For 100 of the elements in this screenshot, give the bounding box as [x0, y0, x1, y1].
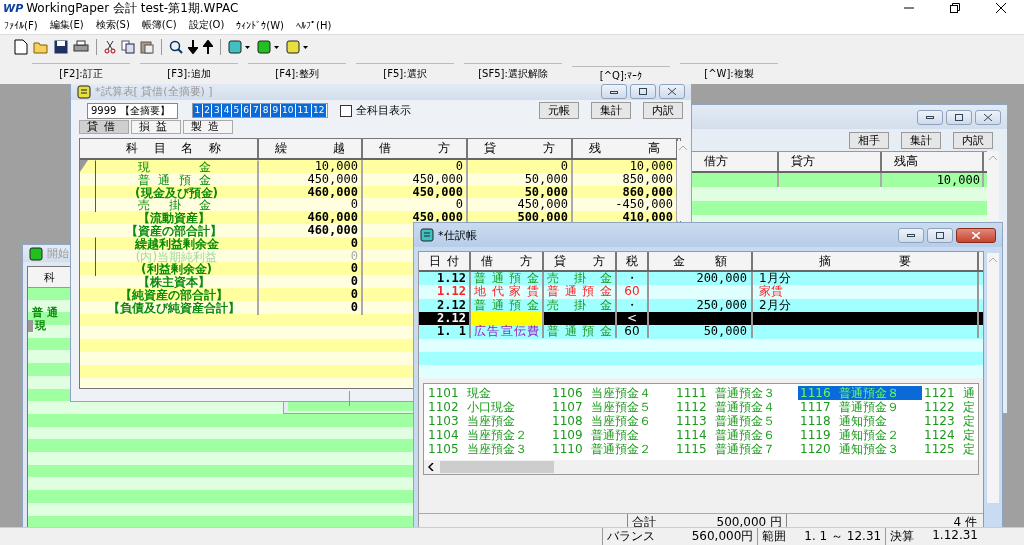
toolbar-button[interactable]: 集計: [901, 132, 941, 149]
total-amount: 500,000 円: [716, 514, 782, 527]
checkbox-label[interactable]: 全科目表示: [355, 103, 411, 118]
account-item[interactable]: 1114 普通預金６: [674, 428, 798, 442]
menu-item[interactable]: ﾍﾙﾌﾟ(H): [296, 19, 332, 31]
month-toggle[interactable]: 11: [296, 104, 312, 117]
table-cell: 0: [259, 300, 363, 315]
folder-icon[interactable]: [33, 40, 49, 54]
menu-item[interactable]: 設定(O): [188, 18, 225, 32]
scrollbar[interactable]: [677, 141, 689, 221]
table-cell-text: 現: [34, 320, 50, 333]
function-key[interactable]: [SF5]:選択解除: [464, 63, 562, 81]
toolbar-button[interactable]: 集計: [591, 102, 631, 119]
copy-icon[interactable]: [121, 40, 135, 54]
month-toggle[interactable]: 1: [193, 104, 203, 117]
menu-item[interactable]: ﾌｧｲﾙ(F): [4, 19, 38, 31]
account-name: 繰越利益剰余金: [95, 236, 259, 251]
table-cell: 0: [259, 198, 363, 213]
account-item[interactable]: 1111 普通預金３: [674, 386, 798, 400]
account-item[interactable]: 1101 現金: [426, 386, 550, 400]
toolbar-button[interactable]: 内訳: [953, 132, 993, 149]
table-cell: 200,000: [649, 272, 753, 286]
account-item[interactable]: 1124 定: [922, 428, 980, 442]
close-icon: [984, 113, 992, 121]
month-toggle[interactable]: 4: [222, 104, 232, 117]
account-item[interactable]: 1118 通知預金: [798, 414, 922, 428]
scissors-icon[interactable]: [104, 40, 116, 54]
book-dropdown-icon[interactable]: [228, 40, 252, 54]
menu-item[interactable]: 検索(S): [95, 18, 130, 32]
account-item[interactable]: 1110 普通預金２: [550, 442, 674, 456]
month-toggle[interactable]: 7: [251, 104, 262, 117]
account-item[interactable]: 1115 普通預金７: [674, 442, 798, 456]
table-cell: 60: [617, 325, 649, 339]
tab[interactable]: 損益: [131, 120, 181, 134]
account-item[interactable]: 1125 定: [922, 442, 980, 456]
month-toggle[interactable]: 5: [231, 104, 242, 117]
account-item[interactable]: 1108 当座預金６: [550, 414, 674, 428]
scroll-up-icon: [989, 257, 997, 262]
column-header: 繰越: [259, 139, 363, 158]
table-cell: 450,000: [468, 198, 573, 213]
table-row[interactable]: 1.12 普通預金 売掛金 ・ 200,000 1月分: [419, 272, 983, 286]
account-item[interactable]: 1103 当座預金: [426, 414, 550, 428]
table-row[interactable]: 2.12 <: [419, 311, 983, 326]
account-item[interactable]: 1113 普通預金５: [674, 414, 798, 428]
tab[interactable]: 貸借: [79, 120, 129, 134]
checkbox[interactable]: [339, 104, 352, 117]
month-toggle[interactable]: 8: [261, 104, 271, 117]
tab[interactable]: 製造: [183, 120, 233, 134]
maximize-button[interactable]: [927, 227, 953, 243]
function-key[interactable]: [F5]:選択: [356, 63, 454, 81]
function-key[interactable]: [F2]:訂正: [32, 63, 130, 81]
account-item[interactable]: 1120 通知預金３: [798, 442, 922, 456]
account-item[interactable]: 1109 普通預金: [550, 428, 674, 442]
column-header: 金額: [649, 252, 753, 270]
account-item[interactable]: 1106 当座預金４: [550, 386, 674, 400]
new-document-icon[interactable]: [14, 39, 28, 55]
month-toggle[interactable]: 9: [270, 104, 281, 117]
account-item[interactable]: 1112 普通預金４: [674, 400, 798, 414]
function-key[interactable]: [^Q]:ﾏｰｸ: [572, 66, 670, 81]
table-cell: 地代家賃: [471, 285, 544, 299]
range-label: 範囲: [762, 528, 787, 545]
up-arrow-icon[interactable]: [203, 40, 213, 54]
toolbar-button[interactable]: 相手: [849, 132, 889, 149]
close-button[interactable]: [956, 227, 996, 243]
search-icon[interactable]: [169, 40, 183, 54]
save-icon[interactable]: [54, 40, 68, 54]
account-item[interactable]: 1121 通: [922, 386, 980, 400]
account-item[interactable]: 1102 小口現金: [426, 400, 550, 414]
account-item[interactable]: 1116 普通預金８: [798, 386, 922, 400]
printer-icon[interactable]: [73, 40, 89, 54]
notebook-dropdown-icon[interactable]: [286, 40, 310, 54]
minimize-button[interactable]: [898, 227, 924, 243]
function-key[interactable]: [F3]:追加: [140, 63, 238, 81]
menu-item[interactable]: ｳｨﾝﾄﾞｳ(W): [236, 19, 285, 31]
scrollbar[interactable]: [424, 460, 978, 474]
account-item[interactable]: 1107 当座預金５: [550, 400, 674, 414]
table-row[interactable]: 1.12 地代家賃 普通預金 60 家賃: [419, 285, 983, 299]
table-row[interactable]: 1. 1 広告宣伝費 普通預金 60 50,000: [419, 325, 983, 339]
account-item[interactable]: 1122 定: [922, 400, 980, 414]
menu-item[interactable]: 編集(E): [49, 18, 84, 32]
account-item[interactable]: 1117 普通預金９: [798, 400, 922, 414]
toolbar-button[interactable]: 元帳: [539, 102, 579, 119]
function-key[interactable]: [F4]:整列: [248, 63, 346, 81]
filter-field[interactable]: 9999 【全摘要】: [87, 102, 178, 119]
down-arrow-icon[interactable]: [188, 40, 198, 54]
scrollbar[interactable]: [987, 151, 999, 221]
account-name: 普通預金: [95, 172, 259, 187]
menu-item[interactable]: 帳簿(C): [141, 18, 177, 32]
scrollbar[interactable]: [987, 253, 999, 503]
function-key[interactable]: [^W]:複製: [680, 63, 778, 81]
account-item[interactable]: 1104 当座預金２: [426, 428, 550, 442]
note-icon: [77, 84, 91, 99]
toolbar-button[interactable]: 内訳: [643, 102, 683, 119]
account-item[interactable]: 1105 当座預金３: [426, 442, 550, 456]
balance-label: バランス: [607, 528, 656, 545]
account-item[interactable]: 1119 通知預金２: [798, 428, 922, 442]
edit-cell[interactable]: [471, 311, 544, 326]
paste-icon[interactable]: [140, 40, 154, 54]
account-item[interactable]: 1123 定: [922, 414, 980, 428]
book-dropdown-icon[interactable]: [257, 40, 281, 54]
